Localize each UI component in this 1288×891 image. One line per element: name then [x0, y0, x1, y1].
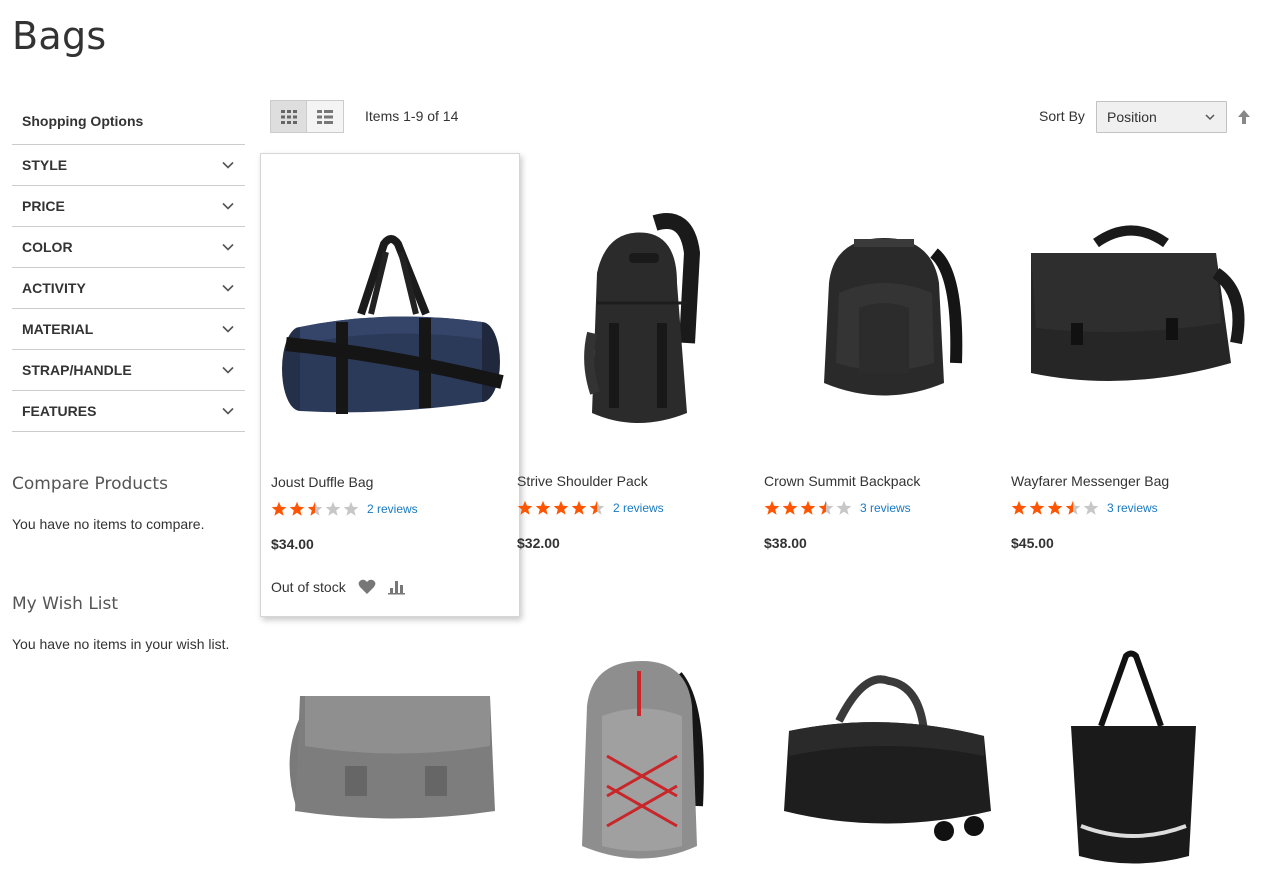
sling-backpack-icon — [584, 213, 701, 423]
tote-bag-icon — [1071, 650, 1196, 864]
product-image[interactable] — [271, 174, 511, 454]
rating-stars — [1011, 500, 1099, 516]
wishlist-text: You have no items in your wish list. — [12, 636, 230, 652]
chevron-down-icon — [222, 325, 234, 333]
filter-label: MATERIAL — [22, 321, 94, 337]
filter-strap-handle[interactable]: STRAP/HANDLE — [12, 350, 245, 391]
chevron-down-icon — [222, 243, 234, 251]
compare-products-title: Compare Products — [12, 474, 168, 494]
filter-features[interactable]: FEATURES — [12, 391, 245, 432]
star-rating-icon — [764, 500, 852, 515]
product-price: $38.00 — [764, 535, 807, 551]
reviews-link[interactable]: 3 reviews — [1107, 501, 1158, 515]
grid-icon — [280, 109, 297, 124]
gray-backpack-icon — [582, 661, 704, 859]
add-to-compare-button[interactable] — [387, 579, 406, 595]
star-rating-icon — [517, 500, 605, 515]
filter-label: PRICE — [22, 198, 65, 214]
sort-by-select[interactable]: Position — [1096, 101, 1227, 133]
filter-label: STYLE — [22, 157, 68, 173]
product-image[interactable] — [1011, 631, 1251, 891]
product-item[interactable]: Joust Duffle Bag 2 reviews $34.00 Out of… — [260, 153, 520, 617]
stock-status: Out of stock — [271, 579, 346, 595]
sidebar: Shopping Options STYLE PRICE COLOR ACTIV… — [12, 98, 245, 652]
compare-bars-icon — [387, 581, 405, 595]
list-icon — [317, 109, 333, 124]
view-mode-switcher — [270, 100, 344, 133]
product-item[interactable]: Crown Summit Backpack 3 reviews $38.00 — [754, 153, 1014, 617]
product-price: $34.00 — [271, 536, 314, 552]
star-rating-icon — [1011, 500, 1099, 515]
product-item[interactable] — [260, 631, 520, 891]
product-price: $32.00 — [517, 535, 560, 551]
chevron-down-icon — [222, 284, 234, 292]
filter-price[interactable]: PRICE — [12, 186, 245, 227]
product-name[interactable]: Crown Summit Backpack — [764, 473, 920, 489]
chevron-down-icon — [222, 202, 234, 210]
duffle-bag-icon — [282, 235, 504, 414]
list-view-button[interactable] — [307, 100, 344, 133]
product-image[interactable] — [517, 631, 757, 891]
heart-icon — [358, 579, 376, 594]
product-name[interactable]: Wayfarer Messenger Bag — [1011, 473, 1169, 489]
reviews-link[interactable]: 2 reviews — [367, 502, 418, 516]
rating-stars — [271, 501, 359, 517]
product-image[interactable] — [270, 631, 510, 891]
product-actions: Out of stock — [271, 579, 406, 595]
filter-label: COLOR — [22, 239, 73, 255]
product-image[interactable] — [764, 631, 1004, 891]
items-count: Items 1-9 of 14 — [365, 108, 459, 124]
backpack-icon — [824, 238, 963, 396]
product-rating: 2 reviews — [517, 500, 664, 516]
sort-direction-arrow-icon[interactable] — [1236, 108, 1252, 126]
filter-label: ACTIVITY — [22, 280, 86, 296]
toolbar: Items 1-9 of 14 Sort By Position — [270, 100, 1255, 134]
product-name[interactable]: Strive Shoulder Pack — [517, 473, 648, 489]
product-item[interactable] — [507, 631, 767, 891]
filter-style[interactable]: STYLE — [12, 145, 245, 186]
product-item[interactable] — [754, 631, 1014, 891]
chevron-down-icon — [1205, 114, 1215, 121]
product-item[interactable]: Strive Shoulder Pack 2 reviews $32.00 — [507, 153, 767, 617]
add-to-wishlist-button[interactable] — [358, 579, 376, 595]
product-image[interactable] — [517, 173, 757, 453]
filter-label: STRAP/HANDLE — [22, 362, 132, 378]
product-price: $45.00 — [1011, 535, 1054, 551]
product-name[interactable]: Joust Duffle Bag — [271, 474, 373, 490]
filter-color[interactable]: COLOR — [12, 227, 245, 268]
reviews-link[interactable]: 3 reviews — [860, 501, 911, 515]
filter-material[interactable]: MATERIAL — [12, 309, 245, 350]
product-rating: 3 reviews — [764, 500, 911, 516]
compare-products-text: You have no items to compare. — [12, 516, 205, 532]
rolling-duffle-icon — [784, 675, 991, 841]
wishlist-title: My Wish List — [12, 594, 119, 614]
chevron-down-icon — [222, 161, 234, 169]
sort-by-value: Position — [1107, 109, 1157, 125]
shopping-options-title: Shopping Options — [12, 98, 245, 145]
product-item[interactable] — [1001, 631, 1261, 891]
page-title: Bags — [12, 14, 107, 58]
product-rating: 2 reviews — [271, 501, 418, 517]
chevron-down-icon — [222, 407, 234, 415]
messenger-bag-icon — [1031, 225, 1245, 381]
product-item[interactable]: Wayfarer Messenger Bag 3 reviews $45.00 — [1001, 153, 1261, 617]
star-rating-icon — [271, 501, 359, 516]
reviews-link[interactable]: 2 reviews — [613, 501, 664, 515]
filter-label: FEATURES — [22, 403, 97, 419]
rating-stars — [764, 500, 852, 516]
grid-view-button[interactable] — [270, 100, 307, 133]
chevron-down-icon — [222, 366, 234, 374]
product-rating: 3 reviews — [1011, 500, 1158, 516]
product-image[interactable] — [1011, 173, 1251, 453]
product-image[interactable] — [764, 173, 1004, 453]
rating-stars — [517, 500, 605, 516]
sort-by-label: Sort By — [1039, 108, 1085, 124]
gray-messenger-bag-icon — [289, 696, 495, 819]
filter-activity[interactable]: ACTIVITY — [12, 268, 245, 309]
